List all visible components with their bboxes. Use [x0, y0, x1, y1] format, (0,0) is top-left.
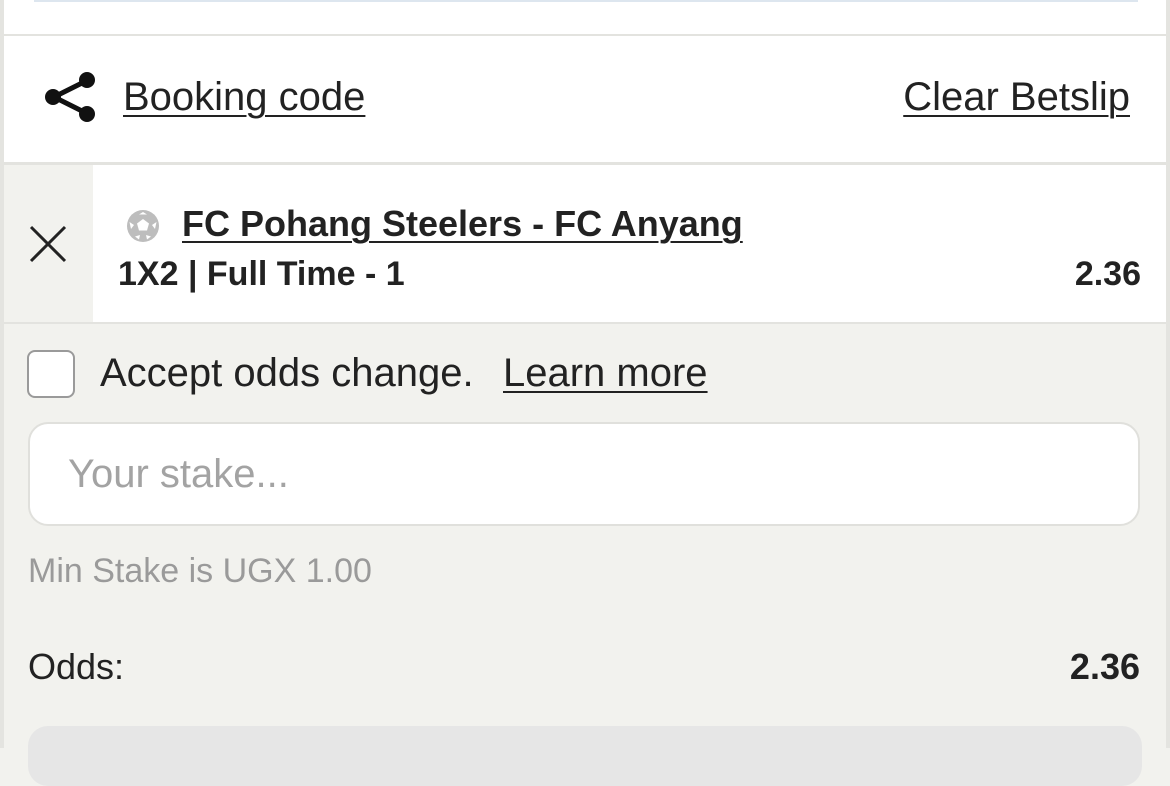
total-odds-value: 2.36	[1069, 646, 1140, 687]
remove-selection-button[interactable]	[4, 165, 93, 322]
selection-odds: 2.36	[1074, 255, 1141, 293]
top-strip	[4, 0, 1166, 36]
total-odds-label: Odds:	[28, 646, 125, 687]
right-frame-edge	[1166, 0, 1170, 748]
close-icon	[29, 225, 67, 263]
selection-card: FC Pohang Steelers - FC Anyang 1X2 | Ful…	[93, 165, 1166, 322]
top-divider	[34, 0, 1138, 2]
soccer-ball-icon	[127, 210, 159, 242]
min-stake-hint: Min Stake is UGX 1.00	[28, 552, 372, 590]
bet-selection-row: FC Pohang Steelers - FC Anyang 1X2 | Ful…	[4, 165, 1166, 324]
learn-more-link[interactable]: Learn more	[503, 349, 708, 397]
clear-betslip-link[interactable]: Clear Betslip	[903, 74, 1130, 120]
match-name-link[interactable]: FC Pohang Steelers - FC Anyang	[182, 203, 743, 245]
accept-odds-checkbox[interactable]	[27, 350, 75, 398]
booking-code-link[interactable]: Booking code	[123, 74, 365, 120]
place-bet-button[interactable]	[28, 726, 1142, 786]
share-icon[interactable]	[42, 72, 98, 122]
market-label: 1X2 | Full Time - 1	[118, 255, 405, 293]
stake-input[interactable]	[28, 422, 1140, 526]
accept-odds-label: Accept odds change.	[100, 351, 474, 395]
